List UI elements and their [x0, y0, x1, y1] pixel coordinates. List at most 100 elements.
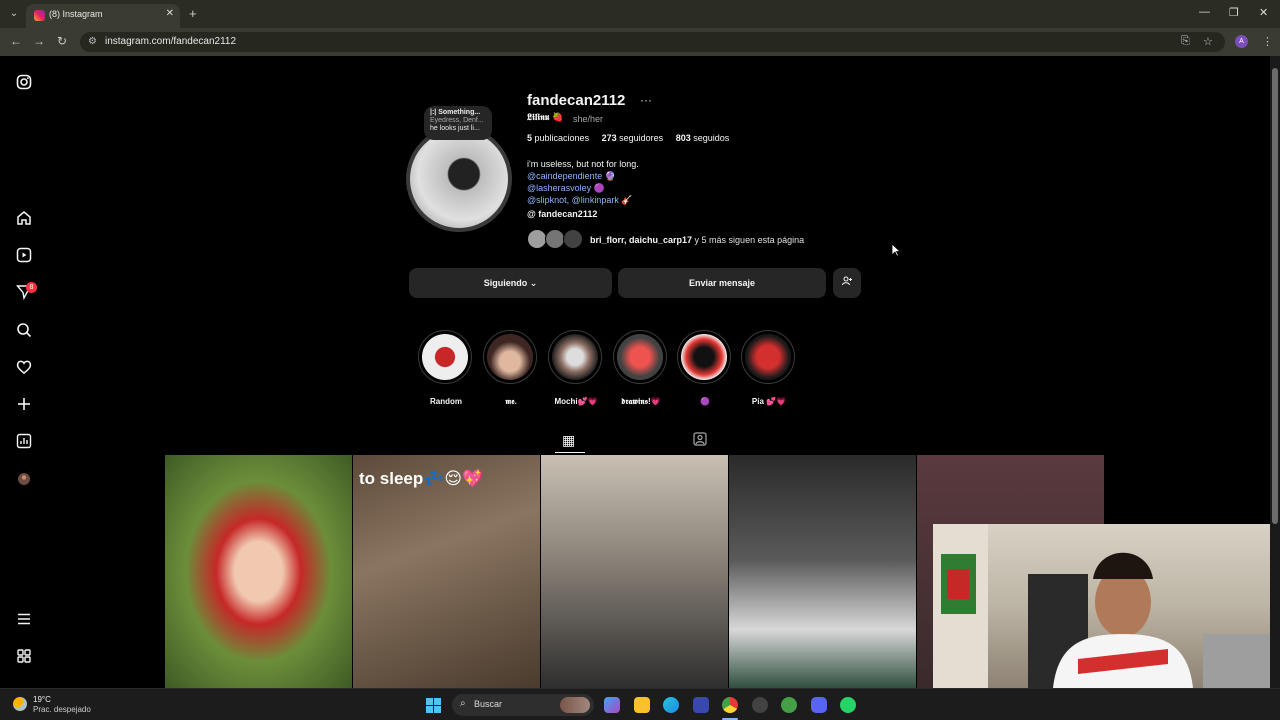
url-text[interactable]: instagram.com/fandecan2112 — [105, 36, 236, 47]
weather-icon[interactable] — [13, 697, 27, 711]
threads-icon: @ — [527, 209, 536, 219]
windows-start-icon[interactable] — [426, 698, 441, 713]
notification-badge: 8 — [26, 282, 37, 293]
browser-tab-instagram[interactable]: (8) Instagram ✕ — [26, 4, 180, 28]
highlight-image — [617, 334, 663, 380]
reload-icon[interactable]: ↻ — [57, 34, 67, 48]
profile-photo — [410, 130, 508, 228]
browser-menu-icon[interactable]: ⋮ — [1262, 35, 1273, 48]
xbox-icon[interactable] — [781, 697, 797, 713]
windows-taskbar: 19°C Prac. despejado ⌕ Buscar — [0, 688, 1280, 720]
minimize-icon[interactable]: — — [1199, 6, 1210, 18]
scrollbar-thumb[interactable] — [1272, 68, 1278, 524]
highlight-cover — [548, 330, 602, 384]
steam-icon[interactable] — [752, 697, 768, 713]
whatsapp-icon[interactable] — [840, 697, 856, 713]
following-stat[interactable]: 803 seguidos — [676, 133, 730, 143]
chrome-icon[interactable] — [722, 697, 738, 713]
bio-mention-slipknot[interactable]: @slipknot — [527, 195, 567, 205]
chevron-down-icon: ⌄ — [529, 278, 538, 288]
following-button-label: Siguiendo — [483, 278, 528, 288]
followed-by-text[interactable]: bri_florr, daichu_carp17 y 5 más siguen … — [590, 235, 804, 245]
highlight-item[interactable]: Pía 💕💗 — [741, 330, 797, 406]
highlight-item[interactable]: Random — [418, 330, 474, 406]
highlight-label: Pía 💕💗 — [751, 397, 787, 406]
browser-profile-avatar[interactable]: A — [1235, 35, 1248, 48]
highlight-cover — [741, 330, 795, 384]
post-tile[interactable] — [541, 455, 728, 688]
install-app-icon[interactable]: ⎘ — [1181, 35, 1190, 48]
highlight-label: Mochi💕💗 — [554, 397, 598, 406]
highlight-item[interactable]: 𝖉𝖗𝖆𝖜𝖎𝖓𝖘!💗 — [613, 330, 669, 407]
site-info-icon[interactable]: ⚙ — [88, 36, 97, 47]
instagram-logo-icon[interactable] — [16, 74, 32, 90]
profile-stats: 5 publicaciones 273 seguidores 803 segui… — [527, 133, 729, 143]
discord-icon[interactable] — [811, 697, 827, 713]
heart-icon[interactable] — [16, 359, 32, 375]
highlight-image — [487, 334, 533, 380]
create-plus-icon[interactable] — [16, 396, 32, 412]
tagged-tab-icon[interactable] — [693, 432, 707, 449]
tab-close-icon[interactable]: ✕ — [166, 8, 174, 19]
highlight-cover — [613, 330, 667, 384]
store-icon[interactable] — [693, 697, 709, 713]
instagram-page: 8 |:| Something... Eyedress, Denf... he … — [0, 56, 1280, 688]
note-line-3: he looks just li... — [430, 125, 480, 132]
new-tab-icon[interactable]: + — [189, 6, 197, 21]
back-icon[interactable]: ← — [10, 34, 22, 48]
more-menu-icon[interactable] — [16, 611, 32, 627]
copilot-icon[interactable] — [604, 697, 620, 713]
bio-mentions-bands: @slipknot, @linkinpark 🎸 — [527, 194, 639, 206]
posts-grid-tab-icon[interactable]: ▦ — [562, 432, 575, 449]
bio-mention-caindependiente[interactable]: @caindependiente 🔮 — [527, 170, 639, 182]
dashboard-icon[interactable] — [16, 433, 32, 449]
send-message-button[interactable]: Enviar mensaje — [618, 268, 826, 298]
profile-avatar-icon[interactable] — [16, 471, 32, 487]
profile-note[interactable]: |:| Something... Eyedress, Denf... he lo… — [424, 106, 492, 140]
highlight-cover — [677, 330, 731, 384]
instagram-favicon-icon — [34, 10, 45, 21]
home-icon[interactable] — [16, 210, 32, 226]
post-tile[interactable] — [729, 455, 916, 688]
search-icon[interactable] — [16, 322, 32, 338]
followers-stat[interactable]: 273 seguidores — [602, 133, 664, 143]
weather-temperature[interactable]: 19°C — [33, 695, 51, 704]
threads-link[interactable]: @ fandecan2112 — [527, 209, 597, 219]
following-button[interactable]: Siguiendo ⌄ — [409, 268, 612, 298]
followed-by-avatars[interactable] — [527, 229, 585, 249]
edge-icon[interactable] — [663, 697, 679, 713]
profile-bio: i'm useless, but not for long. @caindepe… — [527, 158, 639, 206]
reels-icon[interactable] — [16, 247, 32, 263]
bookmark-star-icon[interactable]: ☆ — [1203, 35, 1213, 48]
note-line-2: Eyedress, Denf... — [430, 117, 484, 124]
highlight-item[interactable]: 𝖒𝖊. — [483, 330, 539, 407]
follower-avatar — [545, 229, 565, 249]
bio-mention-lasherasvoley[interactable]: @lasherasvoley 🟣 — [527, 182, 639, 194]
also-from-meta-icon[interactable] — [16, 648, 32, 664]
search-highlight-icon — [560, 697, 590, 713]
profile-options-icon[interactable]: ··· — [640, 93, 652, 107]
profile-username: fandecan2112 — [527, 92, 626, 109]
suggest-people-button[interactable] — [833, 268, 861, 298]
post-tile[interactable]: to sleep💤😌💖 — [353, 455, 540, 688]
bio-mention-linkinpark[interactable]: @linkinpark — [572, 195, 619, 205]
follower-avatar — [563, 229, 583, 249]
highlight-item[interactable]: 🟣 — [677, 330, 733, 406]
post-tile[interactable] — [165, 455, 352, 688]
bio-emoji: 🎸 — [618, 195, 633, 205]
address-bar[interactable]: ⚙ instagram.com/fandecan2112 ⎘ ☆ — [80, 32, 1225, 52]
restore-icon[interactable]: ❐ — [1229, 6, 1239, 19]
file-explorer-icon[interactable] — [634, 697, 650, 713]
post-caption: to sleep💤😌💖 — [359, 469, 484, 488]
tab-search-chevron-icon[interactable]: ⌄ — [6, 6, 22, 22]
profile-avatar[interactable] — [406, 126, 512, 232]
window-close-icon[interactable]: ✕ — [1259, 6, 1268, 19]
webcam-overlay — [933, 524, 1280, 688]
weather-description[interactable]: Prac. despejado — [33, 705, 91, 714]
forward-icon[interactable]: → — [33, 34, 45, 48]
note-line-1: |:| Something... — [430, 109, 481, 116]
taskbar-search[interactable]: ⌕ Buscar — [452, 694, 594, 716]
highlight-label: 𝖒𝖊. — [505, 397, 517, 406]
highlight-item[interactable]: Mochi💕💗 — [548, 330, 604, 406]
search-icon: ⌕ — [460, 698, 466, 709]
